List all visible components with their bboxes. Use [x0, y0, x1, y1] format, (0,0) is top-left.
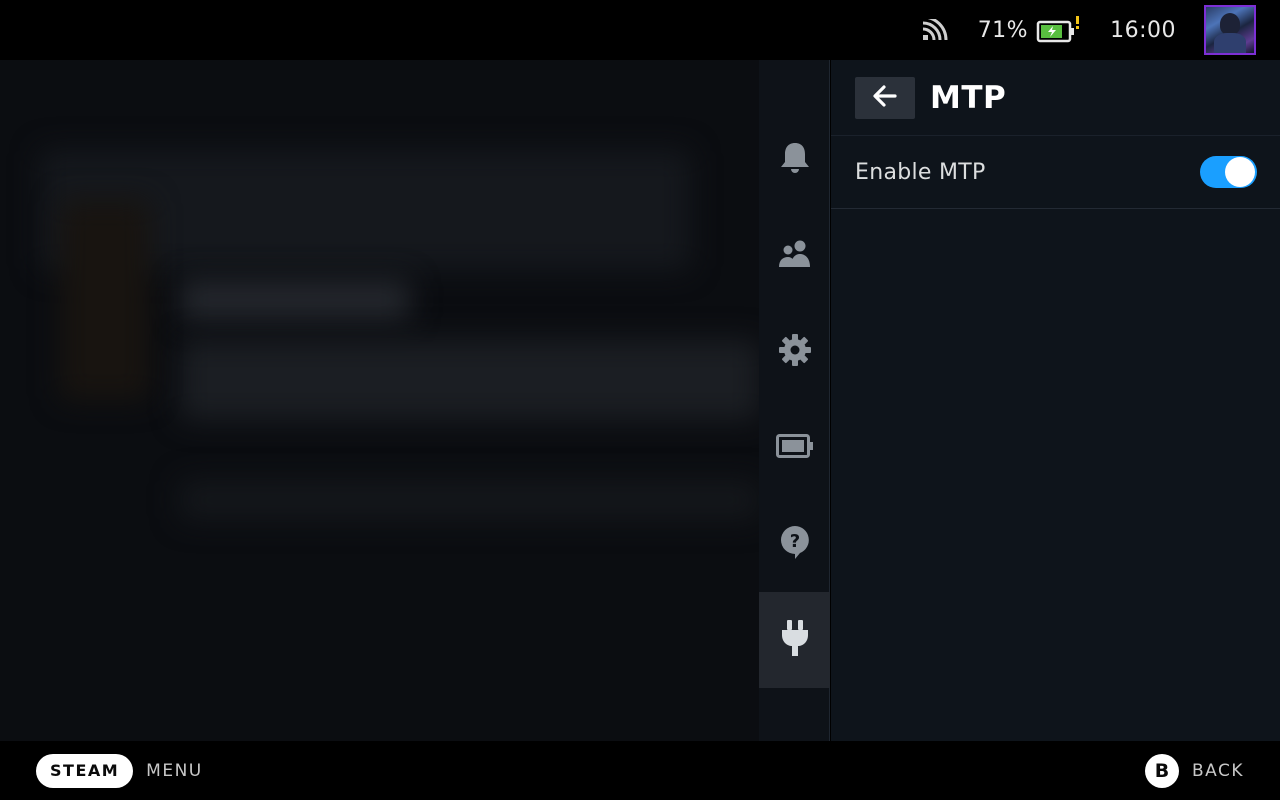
- friends-icon: [778, 239, 812, 273]
- sidebar-item-settings[interactable]: [759, 304, 830, 400]
- battery-percent: 71%: [977, 17, 1029, 43]
- sidebar-item-developer[interactable]: [759, 592, 830, 688]
- avatar[interactable]: [1204, 5, 1256, 55]
- battery-charging-icon: [1036, 16, 1080, 44]
- back-label: BACK: [1191, 760, 1244, 781]
- svg-text:?: ?: [789, 531, 799, 552]
- battery-icon: [775, 434, 814, 462]
- b-button-glyph[interactable]: B: [1144, 753, 1179, 788]
- quick-access-sidebar: ?: [759, 60, 830, 741]
- status-bar: 71% 16:00: [0, 0, 1280, 60]
- mtp-settings-panel: MTP Enable MTP: [831, 60, 1280, 741]
- help-icon: ?: [779, 524, 811, 564]
- back-button[interactable]: [855, 76, 915, 119]
- panel-header: MTP: [831, 60, 1280, 136]
- bottom-bar: STEAM MENU B BACK: [0, 741, 1280, 800]
- arrow-left-icon: [873, 84, 897, 111]
- setting-label: Enable MTP: [855, 159, 986, 185]
- sidebar-item-friends[interactable]: [759, 208, 830, 304]
- enable-mtp-toggle[interactable]: [1200, 156, 1257, 188]
- gear-icon: [778, 333, 812, 371]
- plug-icon: [780, 619, 810, 661]
- page-title: MTP: [930, 79, 1007, 116]
- setting-row-enable-mtp[interactable]: Enable MTP: [831, 136, 1280, 209]
- background-game-blur: [0, 60, 760, 741]
- bell-icon: [779, 140, 811, 180]
- steam-button[interactable]: STEAM: [36, 753, 134, 788]
- sidebar-item-performance[interactable]: [759, 400, 830, 496]
- sidebar-item-help[interactable]: ?: [759, 496, 830, 592]
- sidebar-item-notifications[interactable]: [759, 112, 830, 208]
- menu-label: MENU: [146, 760, 203, 781]
- clock: 16:00: [1110, 17, 1176, 43]
- toggle-knob: [1225, 157, 1255, 187]
- wifi-icon: [922, 19, 948, 41]
